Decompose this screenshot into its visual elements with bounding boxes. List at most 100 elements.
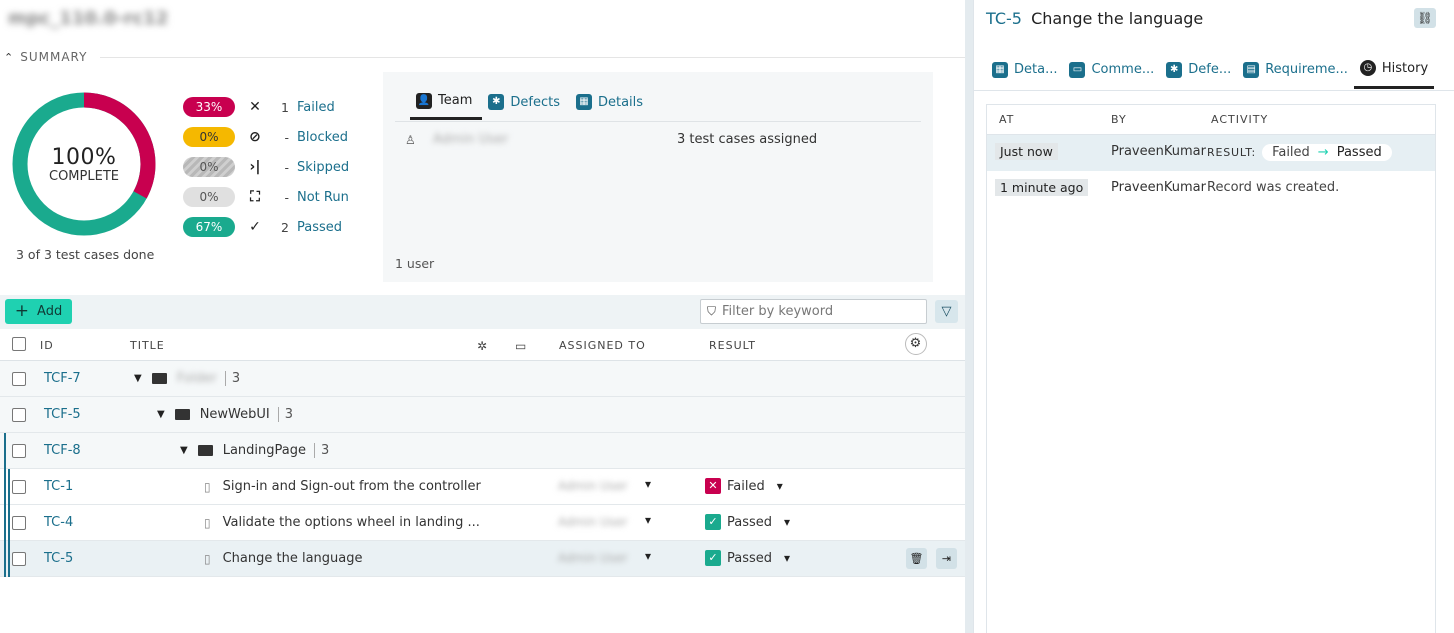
folder-count: 3 [313, 443, 329, 458]
passed-link[interactable]: Passed [297, 220, 342, 235]
row-checkbox[interactable] [12, 408, 26, 422]
result-change-label: RESULT: [1207, 146, 1257, 159]
tab-defects[interactable]: ✱ Defects [482, 84, 570, 120]
header-assigned-to[interactable]: ASSIGNED TO [559, 339, 646, 352]
from-result: Failed [1272, 145, 1310, 160]
row-id[interactable]: TC-5 [44, 551, 73, 566]
result-chevron-icon[interactable]: ▾ [784, 551, 790, 565]
table-row[interactable]: TCF-8 ▼ LandingPage 3 [0, 433, 965, 469]
tab-details-label: Details [597, 94, 644, 110]
clipboard-icon: ▯ [204, 515, 211, 530]
result-chevron-icon[interactable]: ▾ [777, 479, 783, 493]
skipped-link[interactable]: Skipped [297, 160, 349, 175]
result-cell[interactable]: ✓ Passed ▾ [705, 550, 790, 566]
stat-not-run: 0% ⛶ - Not Run [183, 182, 349, 212]
comment-icon: ▭ [1069, 61, 1086, 78]
blocked-link[interactable]: Blocked [297, 130, 348, 145]
open-panel-icon[interactable]: ⇥ [936, 548, 957, 569]
table-row[interactable]: TC-1 ▯ Sign-in and Sign-out from the con… [0, 469, 965, 505]
header-id[interactable]: ID [40, 339, 54, 352]
test-case-title[interactable]: Sign-in and Sign-out from the controller [223, 479, 481, 494]
panel-key[interactable]: TC-5 [986, 9, 1022, 28]
tab-details[interactable]: ▦ Details [570, 84, 653, 120]
panel-splitter[interactable] [965, 0, 973, 633]
team-member-row: ♙ Admin User 3 test cases assigned [405, 132, 925, 147]
history-row: Just now PraveenKumar RESULT: Failed → P… [987, 135, 1435, 171]
stat-failed: 33% ✕ 1 Failed [183, 92, 349, 122]
not-run-icon: ⛶ [250, 189, 260, 205]
tree-indent-bar [4, 433, 6, 577]
folder-icon [197, 445, 213, 456]
tab-history[interactable]: ◷ History [1353, 50, 1435, 89]
history-activity: Record was created. [1207, 180, 1339, 195]
chevron-down-icon[interactable]: ▼ [157, 409, 165, 420]
tab-requirements[interactable]: ▤ Requireme... [1237, 50, 1354, 89]
row-title: ▯ Change the language [204, 551, 363, 566]
tab-defects[interactable]: ✱ Defe... [1160, 50, 1237, 89]
not-run-count: - [284, 189, 289, 205]
panel-tabs: ▦ Deta... ▭ Comme... ✱ Defe... ▤ Require… [986, 50, 1435, 89]
details-panel: TC-5 Change the language ⛓ ▦ Deta... ▭ C… [973, 0, 1454, 633]
add-button[interactable]: + Add [5, 299, 72, 324]
filter-input[interactable]: ⛉ Filter by keyword [700, 299, 927, 324]
chevron-down-icon[interactable]: ▼ [180, 445, 188, 456]
tab-details-label: Deta... [1014, 62, 1058, 77]
test-case-title[interactable]: Change the language [223, 551, 363, 566]
chevron-down-icon[interactable]: ▼ [134, 373, 142, 384]
skipped-percent-pill: 0% [183, 157, 235, 177]
assignee-dropdown-chevron-icon[interactable]: ▾ [645, 549, 651, 563]
member-assigned: 3 test cases assigned [677, 132, 818, 147]
tab-comments[interactable]: ▭ Comme... [1063, 50, 1160, 89]
row-checkbox[interactable] [12, 516, 26, 530]
row-checkbox[interactable] [12, 372, 26, 386]
skip-icon: ›| [249, 159, 261, 175]
header-result[interactable]: RESULT [709, 339, 756, 352]
completion-percent: 100% [51, 145, 117, 170]
result-cell[interactable]: ✓ Passed ▾ [705, 514, 790, 530]
trash-icon[interactable]: 🗑 [906, 548, 927, 569]
history-table: AT BY ACTIVITY Just now PraveenKumar RES… [986, 104, 1436, 633]
row-id[interactable]: TCF-8 [44, 443, 81, 458]
run-title: mpc_110.0-rc12 [8, 8, 169, 29]
row-checkbox[interactable] [12, 552, 26, 566]
test-case-title[interactable]: Validate the options wheel in landing ..… [223, 515, 480, 530]
row-id[interactable]: TCF-5 [44, 407, 81, 422]
summary-toggle[interactable]: ⌃ SUMMARY [4, 50, 87, 64]
result-chevron-icon[interactable]: ▾ [784, 515, 790, 529]
tab-details[interactable]: ▦ Deta... [986, 50, 1063, 89]
passed-check-icon: ✓ [705, 550, 721, 566]
table-row[interactable]: TCF-7 ▼ Folder 3 [0, 361, 965, 397]
select-all-checkbox[interactable] [12, 337, 26, 351]
result-cell[interactable]: ✕ Failed ▾ [705, 478, 783, 494]
assignee-dropdown-chevron-icon[interactable]: ▾ [645, 477, 651, 491]
tab-team[interactable]: 👤 Team [410, 84, 483, 120]
history-at: 1 minute ago [995, 179, 1089, 196]
row-id[interactable]: TC-1 [44, 479, 73, 494]
row-checkbox[interactable] [12, 444, 26, 458]
team-panel: 👤 Team ✱ Defects ▦ Details ♙ Admin User … [383, 72, 933, 282]
details-icon: ▦ [992, 61, 1008, 78]
blocked-count: - [284, 129, 289, 145]
row-id[interactable]: TCF-7 [44, 371, 81, 386]
passed-check-icon: ✓ [705, 514, 721, 530]
header-title[interactable]: TITLE [130, 339, 165, 352]
stat-passed: 67% ✓ 2 Passed [183, 212, 349, 242]
failed-link[interactable]: Failed [297, 100, 335, 115]
tab-comments-label: Comme... [1091, 62, 1155, 77]
link-icon[interactable]: ⛓ [1414, 8, 1436, 28]
not-run-link[interactable]: Not Run [297, 190, 349, 205]
assignee-name: Admin User [558, 479, 628, 493]
gear-icon[interactable]: ⚙ [905, 333, 927, 355]
table-row[interactable]: TC-4 ▯ Validate the options wheel in lan… [0, 505, 965, 541]
row-checkbox[interactable] [12, 480, 26, 494]
table-row-selected[interactable]: TC-5 ▯ Change the language Admin User ▾ … [0, 541, 965, 577]
skipped-count: - [284, 159, 289, 175]
table-row[interactable]: TCF-5 ▼ NewWebUI 3 [0, 397, 965, 433]
row-id[interactable]: TC-4 [44, 515, 73, 530]
tree-indent-bar [8, 469, 10, 577]
funnel-filter-button[interactable]: ▽ [935, 300, 958, 323]
tab-defects-label: Defe... [1188, 62, 1232, 77]
row-title: ▼ NewWebUI 3 [157, 407, 293, 422]
folder-count: 3 [224, 371, 240, 386]
assignee-dropdown-chevron-icon[interactable]: ▾ [645, 513, 651, 527]
